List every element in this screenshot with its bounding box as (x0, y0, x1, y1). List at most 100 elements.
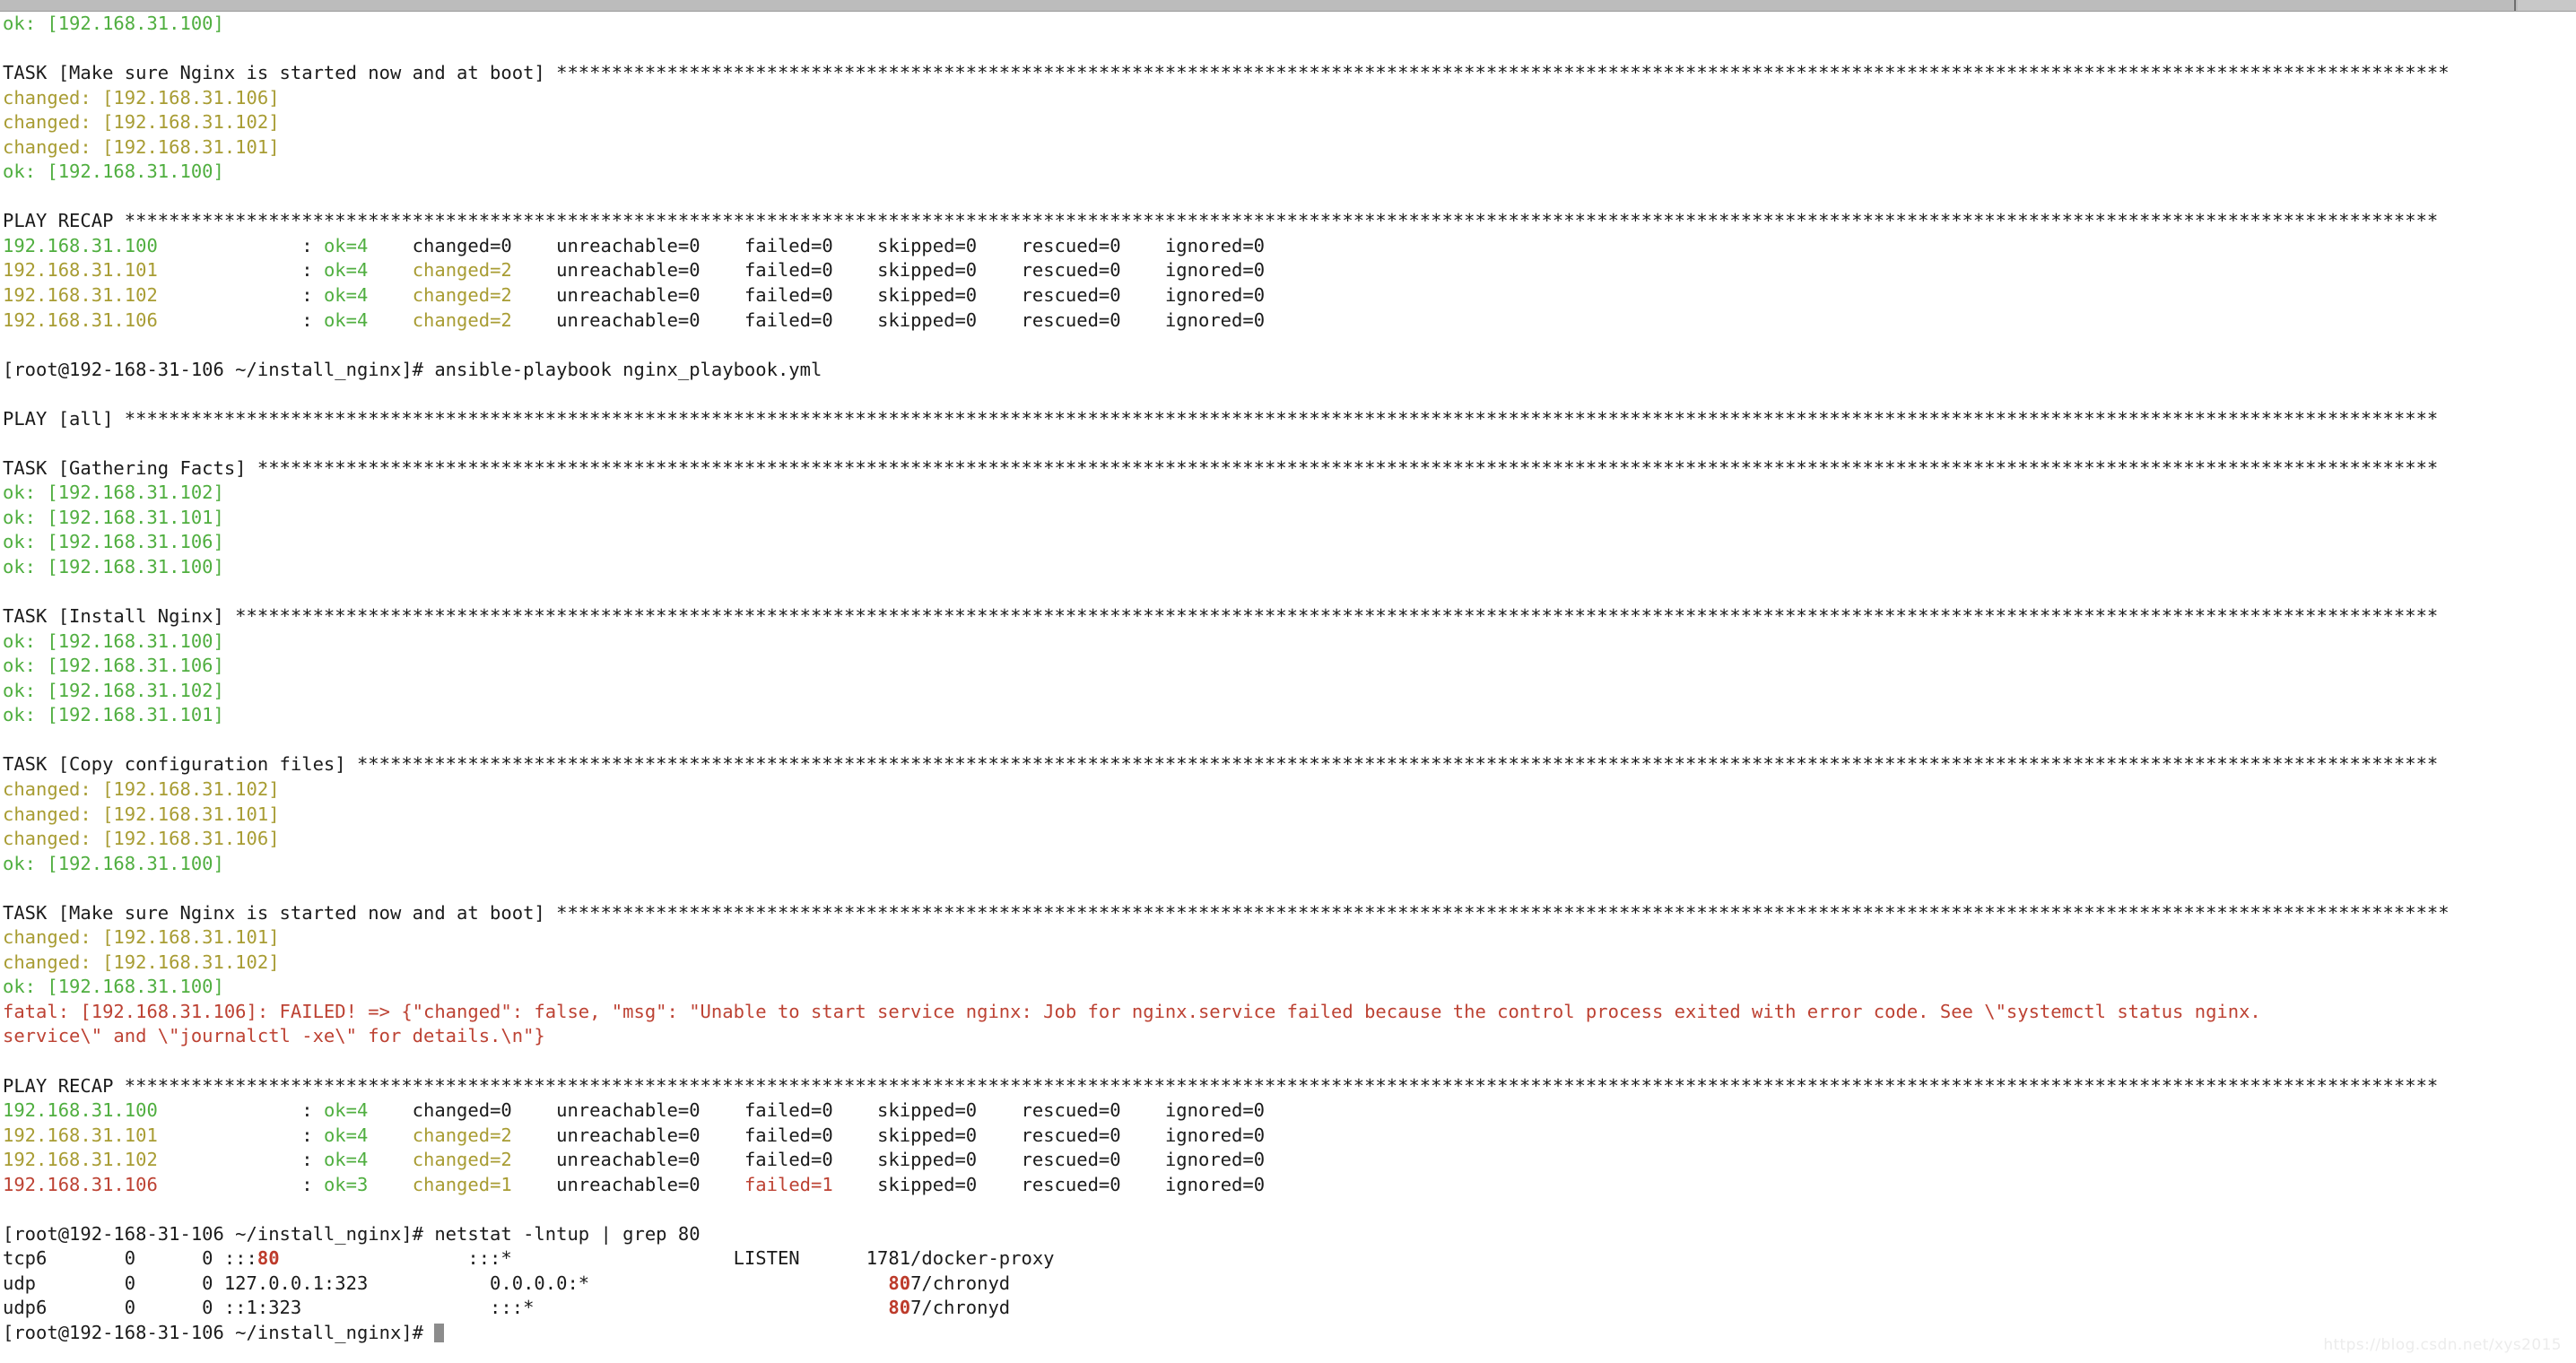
terminal-line: ok: [192.168.31.100] (3, 160, 2576, 185)
terminal-line: TASK [Make sure Nginx is started now and… (3, 901, 2576, 926)
terminal-text-plain: : (157, 1173, 324, 1195)
terminal-line: [root@192-168-31-106 ~/install_nginx]# (3, 1321, 2576, 1346)
terminal-text-fatal: 192.168.31.106 (3, 1173, 158, 1195)
terminal-text-ok: ok: [192.168.31.100] (3, 976, 224, 998)
terminal-line: 192.168.31.101 : ok=4 changed=2 unreacha… (3, 258, 2576, 283)
terminal-line: TASK [Copy configuration files] ********… (3, 752, 2576, 777)
terminal-text-plain: changed=0 unreachable=0 failed=0 skipped… (368, 1099, 1299, 1122)
terminal-text-plain: :::* LISTEN 1781/docker-proxy (279, 1247, 1055, 1270)
terminal-text-ok: ok: [192.168.31.106] (3, 655, 224, 677)
terminal-line: changed: [192.168.31.101] (3, 925, 2576, 951)
terminal-text-plain: [root@192-168-31-106 ~/install_nginx]# (3, 1321, 435, 1343)
terminal-text-plain (368, 284, 412, 306)
terminal-output[interactable]: ok: [192.168.31.100] TASK [Make sure Ngi… (0, 12, 2576, 1363)
terminal-text-plain: unreachable=0 (511, 1173, 744, 1195)
terminal-line: 192.168.31.100 : ok=4 changed=0 unreacha… (3, 234, 2576, 259)
terminal-text-plain: changed=0 unreachable=0 failed=0 skipped… (368, 234, 1299, 256)
terminal-text-ok: 192.168.31.100 (3, 1099, 158, 1122)
terminal-line: ok: [192.168.31.106] (3, 654, 2576, 679)
terminal-line: changed: [192.168.31.106] (3, 86, 2576, 111)
terminal-line: ok: [192.168.31.100] (3, 555, 2576, 580)
terminal-text-changed: changed: [192.168.31.102] (3, 777, 280, 800)
terminal-text-plain: unreachable=0 failed=0 skipped=0 rescued… (511, 259, 1299, 282)
terminal-text-ok: ok: [192.168.31.106] (3, 531, 224, 553)
terminal-text-ok: ok: [192.168.31.100] (3, 161, 224, 183)
terminal-text-plain: unreachable=0 failed=0 skipped=0 rescued… (511, 1124, 1299, 1146)
terminal-text-ok: 192.168.31.100 (3, 234, 158, 256)
terminal-text-plain: udp 0 0 127.0.0.1:323 0.0.0.0:* (3, 1272, 889, 1294)
terminal-line: udp 0 0 127.0.0.1:323 0.0.0.0:* 807/chro… (3, 1272, 2576, 1297)
terminal-line: PLAY [all] *****************************… (3, 407, 2576, 432)
terminal-text-changed: changed=2 (412, 1149, 512, 1171)
terminal-text-ok: ok: [192.168.31.100] (3, 629, 224, 652)
terminal-line: TASK [Install Nginx] *******************… (3, 604, 2576, 629)
terminal-line: TASK [Make sure Nginx is started now and… (3, 61, 2576, 86)
terminal-text-plain: TASK [Install Nginx] *******************… (3, 605, 2439, 628)
terminal-text-ok: ok=4 (323, 259, 369, 282)
terminal-text-plain: TASK [Make sure Nginx is started now and… (3, 62, 2450, 84)
terminal-text-plain: tcp6 0 0 ::: (3, 1247, 257, 1270)
terminal-text-plain: TASK [Make sure Nginx is started now and… (3, 901, 2450, 924)
terminal-text-plain: unreachable=0 failed=0 skipped=0 rescued… (511, 284, 1299, 307)
terminal-text-ok: ok: [192.168.31.100] (3, 13, 224, 34)
terminal-line: TASK [Gathering Facts] *****************… (3, 456, 2576, 482)
scrollbar-track[interactable] (2518, 0, 2576, 11)
terminal-text-ok: ok: [192.168.31.102] (3, 679, 224, 701)
terminal-text-plain: [root@192-168-31-106 ~/install_nginx]# n… (3, 1222, 701, 1245)
terminal-text-grep: 80 (257, 1247, 280, 1270)
terminal-text-changed: changed=2 (412, 259, 512, 282)
horizontal-scrollbar[interactable] (0, 0, 2576, 12)
terminal-text-plain: skipped=0 rescued=0 ignored=0 (832, 1173, 1299, 1195)
terminal-text-changed: 192.168.31.101 (3, 259, 158, 282)
terminal-line: changed: [192.168.31.101] (3, 135, 2576, 161)
terminal-text-plain: : (157, 259, 324, 282)
scrollbar-thumb[interactable] (0, 0, 2516, 11)
terminal-text-changed: changed: [192.168.31.106] (3, 828, 280, 850)
terminal-text-plain: : (157, 284, 324, 307)
terminal-text-ok: ok=4 (323, 284, 369, 307)
terminal-text-changed: changed: [192.168.31.106] (3, 86, 280, 109)
terminal-text-ok: ok=4 (323, 1099, 369, 1122)
terminal-text-plain: 7/chronyd (910, 1272, 1011, 1294)
terminal-text-plain: TASK [Gathering Facts] *****************… (3, 456, 2439, 479)
terminal-line: 192.168.31.106 : ok=3 changed=1 unreacha… (3, 1173, 2576, 1198)
terminal-text-plain (368, 309, 412, 331)
terminal-line: 192.168.31.106 : ok=4 changed=2 unreacha… (3, 308, 2576, 334)
terminal-text-grep: 80 (888, 1272, 911, 1294)
terminal-text-plain: PLAY RECAP *****************************… (3, 1074, 2439, 1097)
terminal-text-plain (368, 259, 412, 281)
terminal-text-changed: 192.168.31.102 (3, 1149, 158, 1171)
terminal-text-plain: unreachable=0 failed=0 skipped=0 rescued… (511, 308, 1299, 331)
terminal-text-plain: TASK [Copy configuration files] ********… (3, 753, 2439, 776)
terminal-text-plain: : (157, 1124, 324, 1146)
terminal-text-ok: ok=4 (323, 234, 369, 256)
terminal-text-ok: ok=3 (323, 1173, 369, 1195)
terminal-line: 192.168.31.102 : ok=4 changed=2 unreacha… (3, 1148, 2576, 1173)
terminal-text-ok: ok: [192.168.31.100] (3, 852, 224, 874)
terminal-line: PLAY RECAP *****************************… (3, 209, 2576, 234)
terminal-text-changed: changed: [192.168.31.102] (3, 111, 280, 134)
terminal-text-plain: PLAY RECAP *****************************… (3, 210, 2439, 232)
terminal-line: changed: [192.168.31.101] (3, 803, 2576, 828)
terminal-text-plain: unreachable=0 failed=0 skipped=0 rescued… (511, 1149, 1299, 1171)
terminal-line: ok: [192.168.31.102] (3, 481, 2576, 506)
terminal-line: ok: [192.168.31.102] (3, 679, 2576, 704)
terminal-line: ok: [192.168.31.101] (3, 703, 2576, 728)
terminal-text-plain: : (157, 308, 324, 331)
terminal-line: changed: [192.168.31.102] (3, 777, 2576, 803)
terminal-line: changed: [192.168.31.106] (3, 827, 2576, 852)
terminal-text-changed: changed: [192.168.31.101] (3, 803, 280, 825)
terminal-text-grep: 80 (888, 1297, 911, 1319)
terminal-line: ok: [192.168.31.100] (3, 12, 2576, 37)
terminal-text-ok: ok: [192.168.31.100] (3, 556, 224, 578)
terminal-text-changed: changed: [192.168.31.101] (3, 135, 280, 158)
terminal-line: [root@192-168-31-106 ~/install_nginx]# a… (3, 358, 2576, 383)
terminal-text-changed: changed: [192.168.31.102] (3, 951, 280, 973)
